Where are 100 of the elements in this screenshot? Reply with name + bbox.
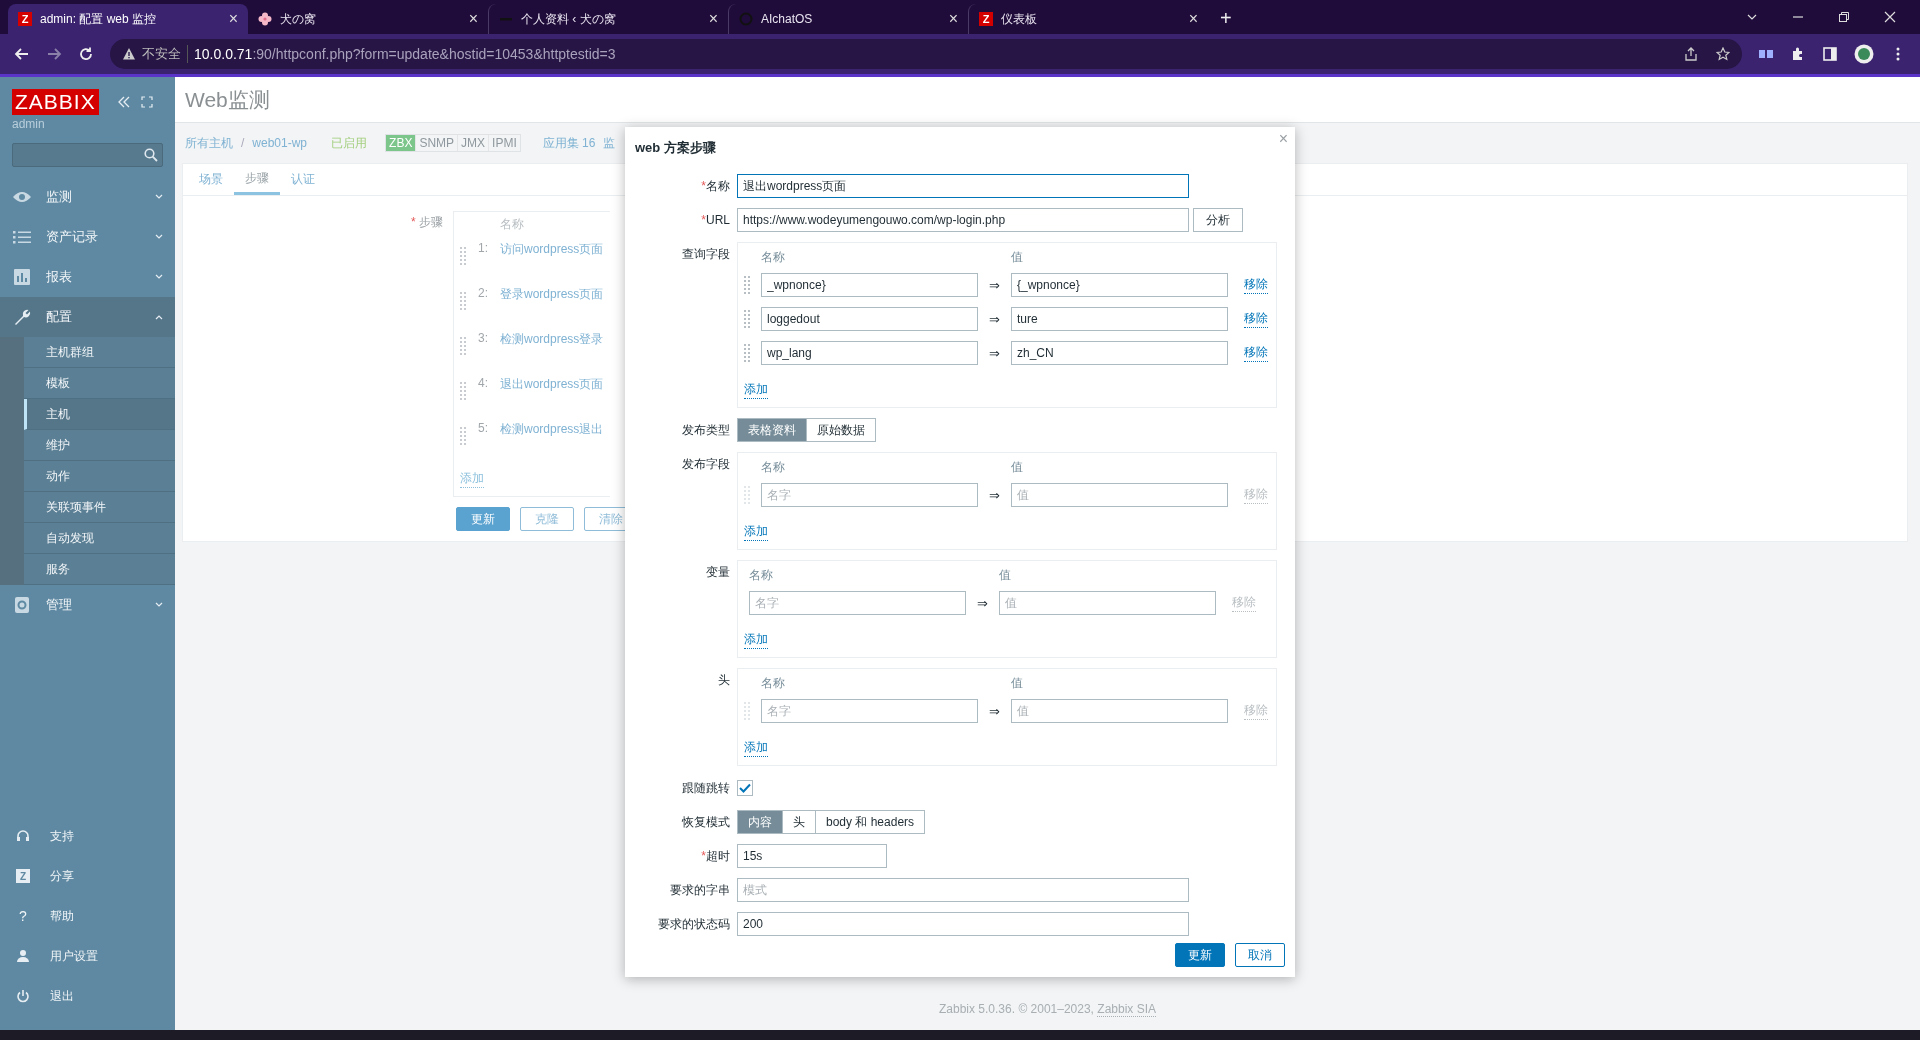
add-link[interactable]: 添加 <box>744 631 768 649</box>
menu-item[interactable]: 管理 <box>0 585 175 625</box>
tab[interactable]: 场景 <box>188 164 234 195</box>
dialog-button[interactable]: 更新 <box>1175 943 1225 967</box>
collapse-icon[interactable] <box>116 96 131 108</box>
availability-tag: JMX <box>457 135 489 151</box>
new-tab-button[interactable]: + <box>1220 7 1232 30</box>
tab-title: 个人资料 ‹ 犬の窝 <box>521 10 617 28</box>
drag-handle-icon[interactable] <box>460 247 466 265</box>
drag-handle-icon[interactable] <box>744 276 750 294</box>
sidebar-link[interactable]: Z 分享 <box>0 856 175 896</box>
submenu-item[interactable]: 维护 <box>24 430 175 461</box>
form-button[interactable]: 克隆 <box>520 507 574 531</box>
drag-handle-icon[interactable] <box>460 382 466 400</box>
menu-item[interactable]: 资产记录 <box>0 217 175 257</box>
segment-option[interactable]: 内容 <box>738 811 782 833</box>
sidebar-link[interactable]: 用户设置 <box>0 936 175 976</box>
address-bar[interactable]: 不安全 10.0.0.71:90/httpconf.php?form=update&hostid=10453&httptestid=3 <box>110 39 1742 69</box>
text-field[interactable]: 200 <box>737 912 1189 936</box>
submenu-item[interactable]: 主机群组 <box>24 337 175 368</box>
forward-icon[interactable] <box>46 46 62 62</box>
step-link[interactable]: 登录wordpress页面 <box>500 286 604 303</box>
close-button[interactable]: × <box>1278 130 1288 148</box>
tab-title: 仪表板 <box>1001 10 1038 28</box>
value-field[interactable]: ture <box>1011 307 1228 331</box>
breadcrumb-link[interactable]: web01-wp <box>252 136 308 150</box>
name-field[interactable]: _wpnonce} <box>761 273 978 297</box>
url-field[interactable]: https://www.wodeyumengouwo.com/wp-login.php <box>737 208 1189 232</box>
url-text: 10.0.0.71:90/httpconf.php?form=update&hostid=10453&httptestid=3 <box>194 46 616 62</box>
star-icon[interactable] <box>1716 47 1730 61</box>
avatar-icon[interactable] <box>1854 44 1874 64</box>
browser-tab[interactable]: 犬の窝 × <box>248 4 488 34</box>
step-link[interactable]: 访问wordpress页面 <box>500 241 604 258</box>
back-icon[interactable] <box>14 46 30 62</box>
step-link[interactable]: 退出wordpress页面 <box>500 376 604 393</box>
add-link[interactable]: 添加 <box>744 523 768 541</box>
menu-item[interactable]: 配置 <box>0 297 175 337</box>
applications-link[interactable]: 应用集 16 <box>542 134 596 152</box>
close-icon[interactable] <box>1884 11 1896 23</box>
form-button[interactable]: 更新 <box>456 507 510 531</box>
share-icon[interactable] <box>1684 47 1698 61</box>
checkbox[interactable] <box>737 780 753 796</box>
dialog-button[interactable]: 取消 <box>1235 943 1285 967</box>
drag-handle-icon[interactable] <box>744 486 750 504</box>
restore-icon[interactable] <box>1838 11 1850 23</box>
search-icon[interactable] <box>144 148 158 162</box>
drag-handle-icon[interactable] <box>460 427 466 445</box>
submenu-item[interactable]: 关联项事件 <box>24 492 175 523</box>
submenu-item[interactable]: 主机 <box>24 399 175 430</box>
close-icon[interactable]: × <box>1188 10 1198 28</box>
tab-title: 犬の窝 <box>280 10 317 28</box>
menu-item[interactable]: 报表 <box>0 257 175 297</box>
value-field[interactable]: {_wpnonce} <box>1011 273 1228 297</box>
drag-handle-icon[interactable] <box>744 702 750 720</box>
reload-icon[interactable] <box>78 46 94 62</box>
search-field[interactable] <box>12 143 163 167</box>
expand-icon[interactable] <box>140 96 153 108</box>
value-field[interactable]: zh_CN <box>1011 341 1228 365</box>
sidebar-link[interactable]: ? 帮助 <box>0 896 175 936</box>
add-link[interactable]: 添加 <box>744 381 768 399</box>
name-field[interactable]: wp_lang <box>761 341 978 365</box>
submenu-item[interactable]: 服务 <box>24 554 175 585</box>
remove-link[interactable]: 移除 <box>1244 276 1268 294</box>
step-link[interactable]: 检测wordpress退出 <box>500 421 604 438</box>
drag-handle-icon[interactable] <box>460 337 466 355</box>
text-field[interactable]: 模式 <box>737 878 1189 902</box>
segment-option[interactable]: 表格资料 <box>738 419 806 441</box>
logo[interactable]: ZABBIX <box>12 89 99 115</box>
text-field[interactable]: 退出wordpress页面 <box>737 174 1189 198</box>
step-link[interactable]: 检测wordpress登录 <box>500 331 604 348</box>
breadcrumb-link[interactable]: 所有主机 <box>185 134 233 152</box>
close-icon[interactable]: × <box>948 10 958 28</box>
remove-link[interactable]: 移除 <box>1244 310 1268 328</box>
segment-option[interactable]: body 和 headers <box>815 811 925 833</box>
browser-tab[interactable]: Z admin: 配置 web 监控 × <box>8 4 248 34</box>
breadcrumb-link[interactable]: 监 <box>603 134 616 152</box>
submenu-item[interactable]: 自动发现 <box>24 523 175 554</box>
segment-option[interactable]: 原始数据 <box>806 419 875 441</box>
segment-option[interactable]: 头 <box>782 811 815 833</box>
drag-handle-icon[interactable] <box>744 344 750 362</box>
parse-button[interactable]: 分析 <box>1193 208 1243 232</box>
tab[interactable]: 步骤 <box>234 164 280 195</box>
remove-link[interactable]: 移除 <box>1244 344 1268 362</box>
sidebar-link[interactable]: 支持 <box>0 816 175 856</box>
security-label: 不安全 <box>142 45 188 63</box>
close-icon[interactable]: × <box>708 10 718 28</box>
tab[interactable]: 认证 <box>280 164 326 195</box>
close-icon[interactable]: × <box>468 10 478 28</box>
name-field[interactable]: loggedout <box>761 307 978 331</box>
drag-handle-icon[interactable] <box>460 292 466 310</box>
text-field[interactable]: 15s <box>737 844 887 868</box>
chevron-icon <box>155 314 163 320</box>
step-number: 2: <box>478 286 488 300</box>
drag-handle-icon[interactable] <box>744 310 750 328</box>
close-icon[interactable]: × <box>228 10 238 28</box>
side-panel-icon[interactable] <box>1822 46 1838 62</box>
submenu-item[interactable]: 动作 <box>24 461 175 492</box>
menu-item[interactable]: 监测 <box>0 177 175 217</box>
add-link[interactable]: 添加 <box>744 739 768 757</box>
sidebar-link[interactable]: 退出 <box>0 976 175 1016</box>
